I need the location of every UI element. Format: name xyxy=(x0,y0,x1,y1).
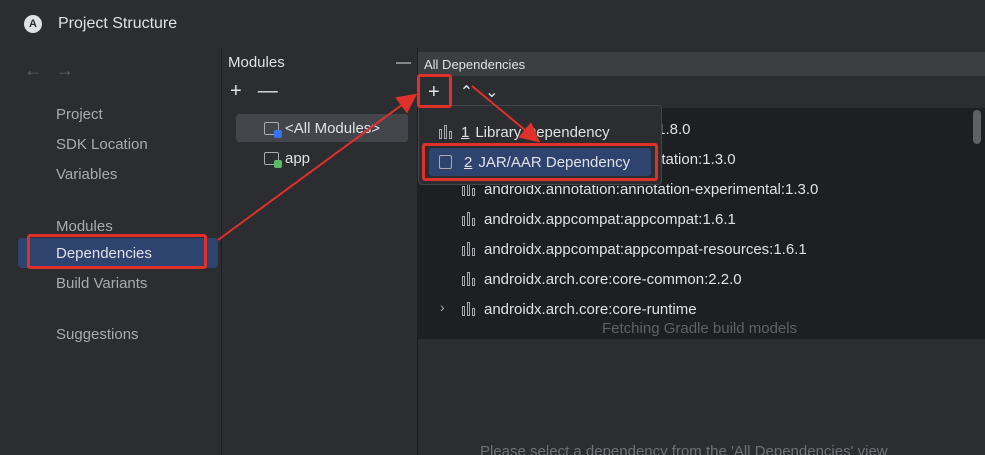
annotation-arrow xyxy=(471,85,541,143)
annotation-arrows xyxy=(217,85,541,241)
annotation-arrow xyxy=(217,93,418,241)
